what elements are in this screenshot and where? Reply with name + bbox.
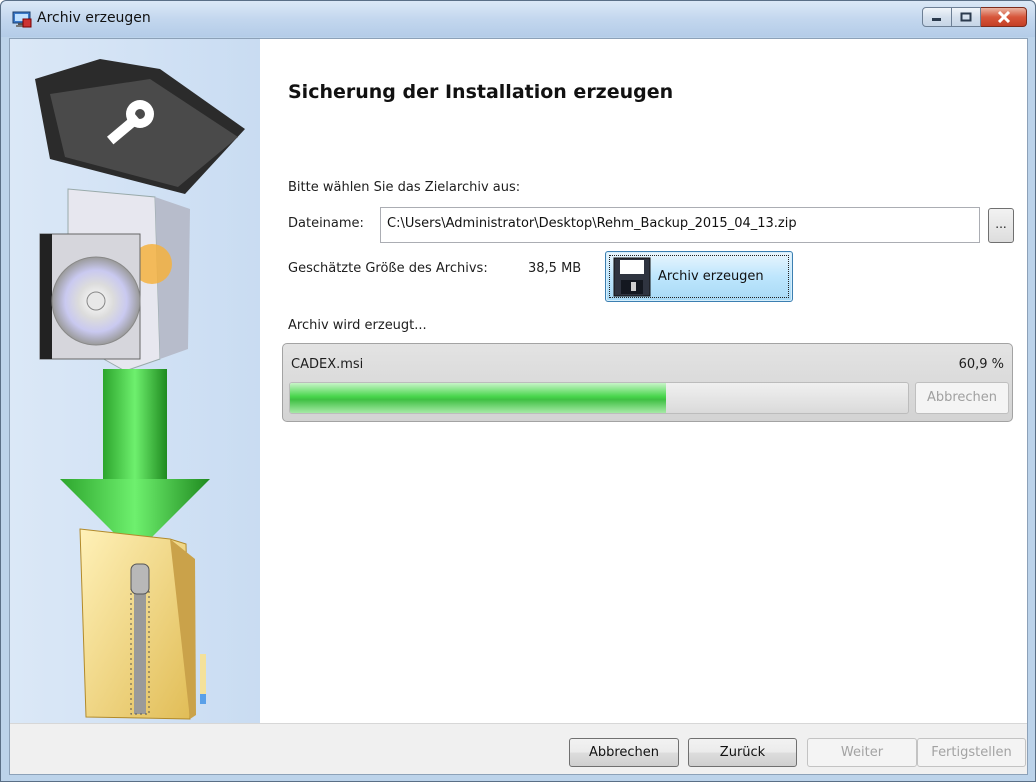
archive-size-label: Geschätzte Größe des Archivs:	[288, 261, 488, 276]
main-content: Sicherung der Installation erzeugen Bitt…	[260, 39, 1027, 723]
create-archive-button[interactable]: Archiv erzeugen	[605, 251, 793, 302]
minimize-button[interactable]	[922, 7, 952, 27]
maximize-button[interactable]	[952, 7, 981, 27]
key-folder-icon	[35, 59, 245, 194]
browse-button[interactable]: ...	[988, 208, 1014, 243]
progress-percent: 60,9 %	[958, 357, 1004, 372]
title-bar[interactable]: Archiv erzeugen	[1, 1, 1035, 37]
current-file-label: CADEX.msi	[291, 357, 364, 372]
close-button[interactable]	[981, 7, 1027, 27]
target-archive-prompt: Bitte wählen Sie das Zielarchiv aus:	[288, 180, 521, 195]
progress-status-label: Archiv wird erzeugt...	[288, 318, 427, 333]
filename-field[interactable]: C:\Users\Administrator\Desktop\Rehm_Back…	[380, 207, 980, 243]
progress-fill	[290, 383, 667, 413]
dialog-window: Archiv erzeugen Sicherung der Installati…	[0, 0, 1036, 782]
progress-panel: CADEX.msi 60,9 % Abbrechen	[282, 343, 1013, 422]
download-arrow-icon	[60, 369, 210, 554]
progress-bar	[289, 382, 909, 414]
filename-label: Dateiname:	[288, 216, 364, 231]
maximize-icon	[960, 12, 972, 22]
abort-progress-button[interactable]: Abbrechen	[915, 382, 1009, 414]
sidebar-art	[35, 59, 245, 720]
create-archive-label: Archiv erzeugen	[658, 269, 764, 284]
window-controls	[922, 7, 1027, 29]
minimize-icon	[932, 18, 941, 21]
dialog-client: Sicherung der Installation erzeugen Bitt…	[9, 38, 1028, 775]
zip-folder-icon	[79, 528, 206, 720]
wizard-footer: Abbrechen Zurück Weiter Fertigstellen	[10, 723, 1027, 774]
window-title: Archiv erzeugen	[37, 10, 151, 26]
finish-button[interactable]: Fertigstellen	[917, 738, 1026, 767]
close-icon	[997, 11, 1010, 23]
archive-size-value: 38,5 MB	[528, 261, 582, 276]
cancel-button[interactable]: Abbrechen	[569, 738, 679, 767]
software-box-icon	[39, 188, 190, 372]
page-title: Sicherung der Installation erzeugen	[288, 81, 674, 103]
sidebar-illustration	[10, 39, 260, 723]
next-button[interactable]: Weiter	[807, 738, 917, 767]
back-button[interactable]: Zurück	[688, 738, 797, 767]
floppy-disk-icon	[613, 257, 651, 297]
app-icon	[12, 11, 32, 28]
